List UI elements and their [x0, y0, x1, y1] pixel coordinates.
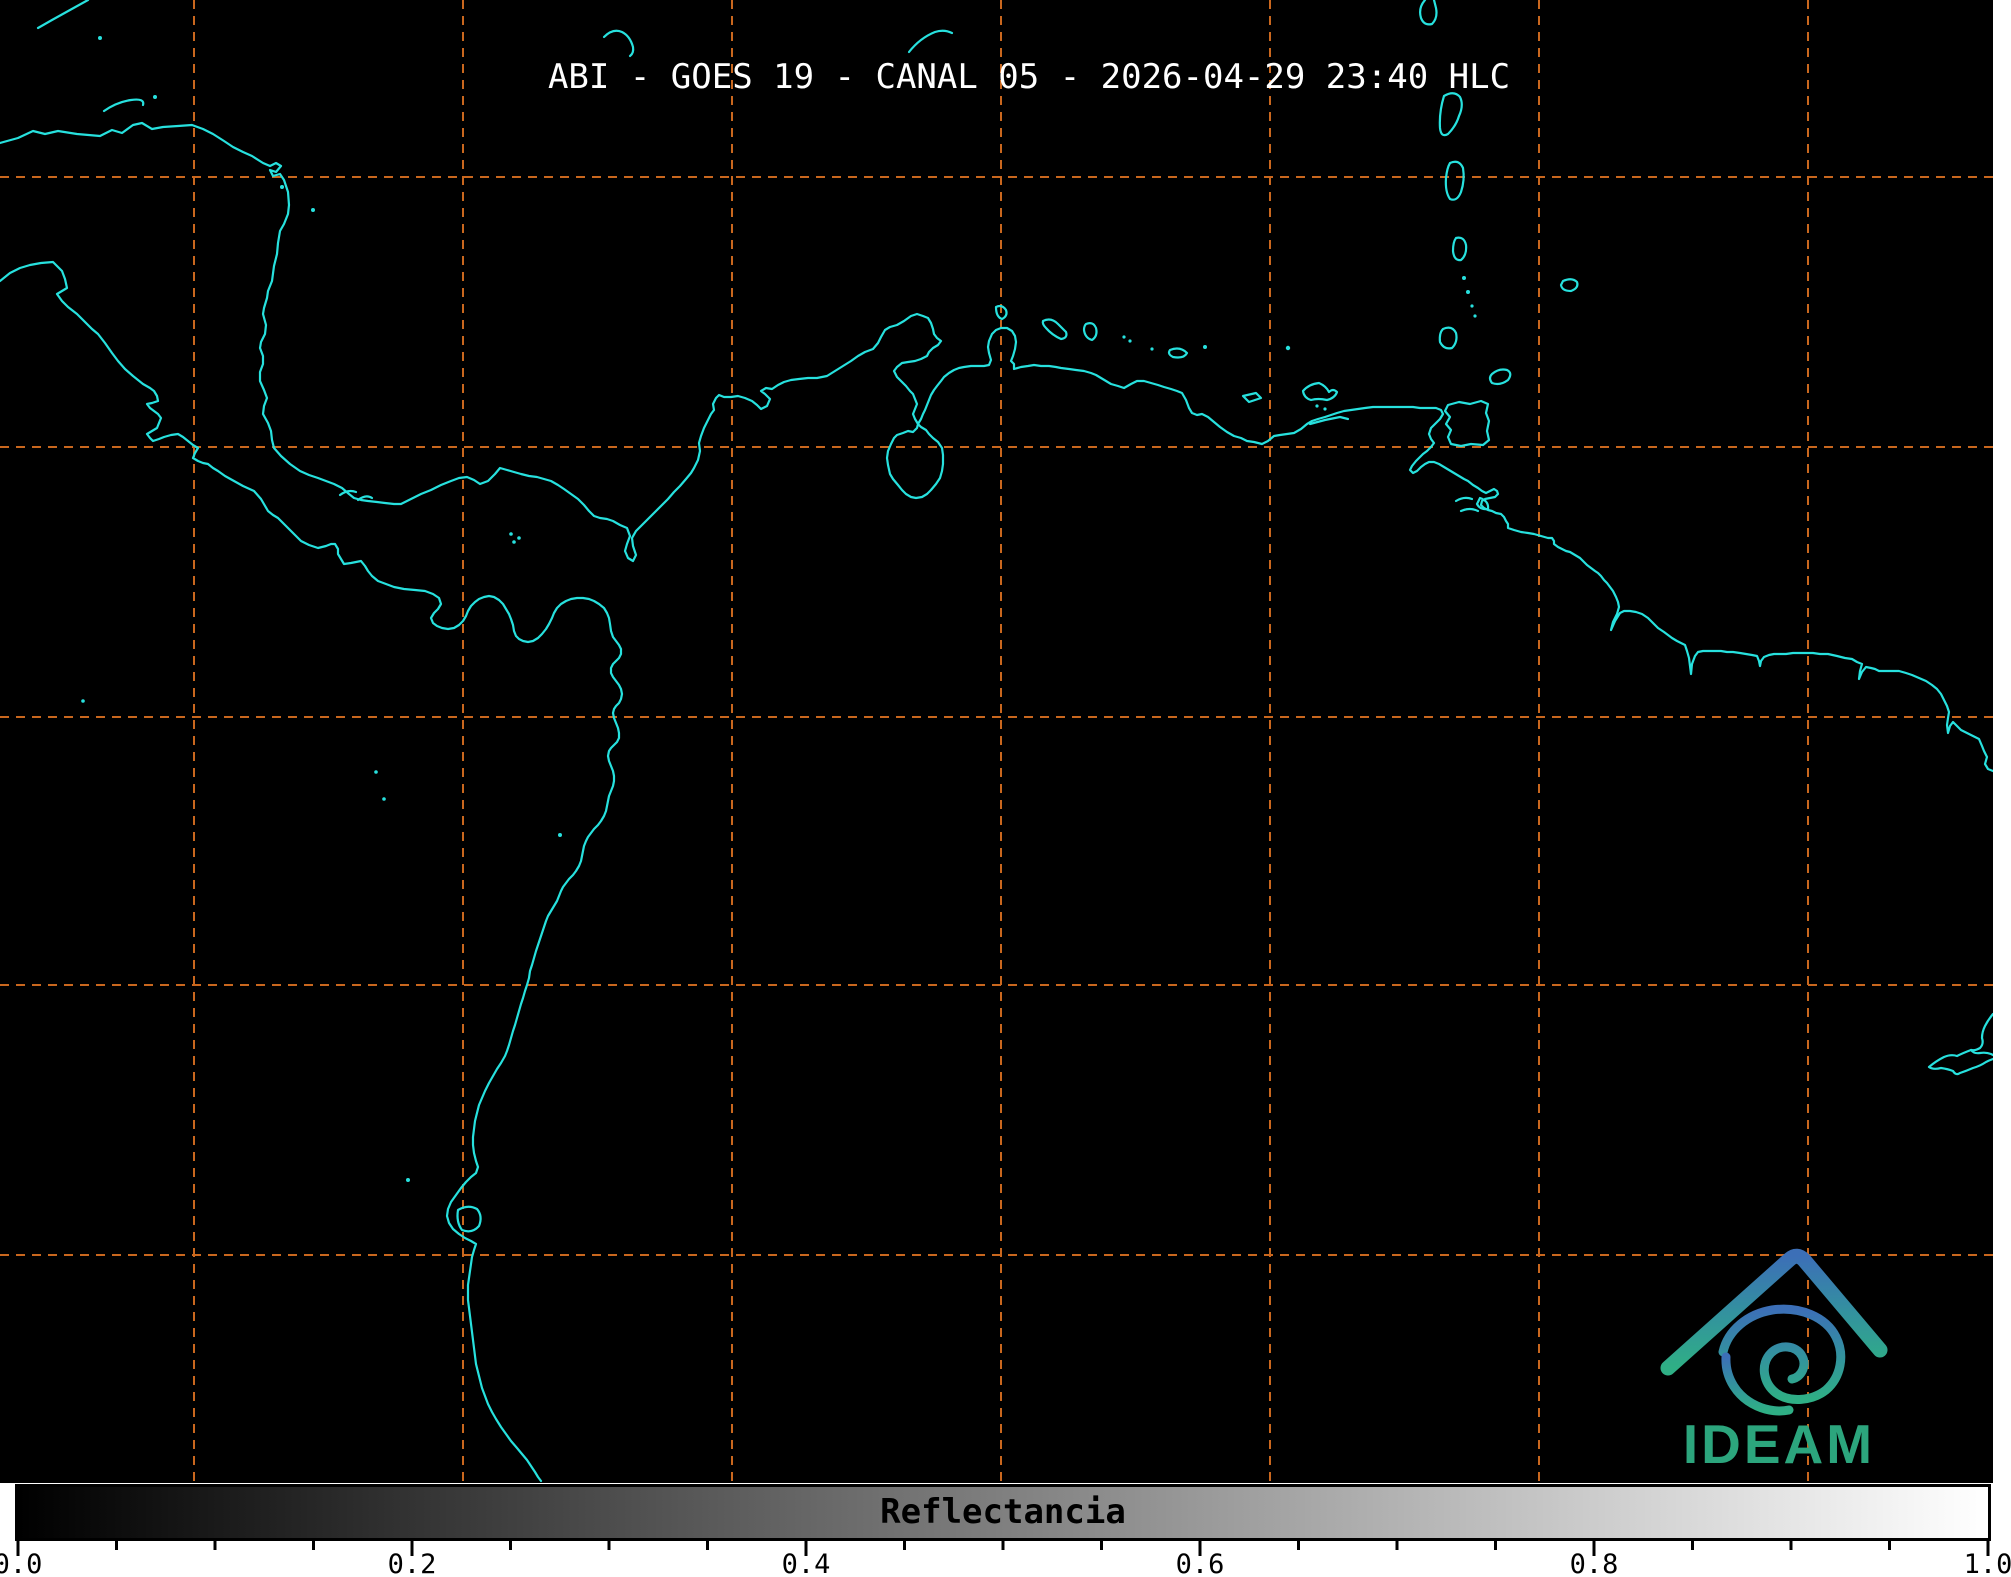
coastline-path [104, 100, 143, 111]
coastline-path [458, 1207, 481, 1232]
latlon-grid-layer [0, 0, 1993, 1483]
coastline-path [1440, 93, 1462, 135]
coastline-path [1446, 162, 1464, 200]
colorbar-label: Reflectancia [18, 1487, 1988, 1538]
island-dot [1466, 290, 1470, 294]
map-canvas: IDEAM [0, 0, 1993, 1483]
island-dot [1203, 345, 1207, 349]
ideam-logo: IDEAM [1668, 1256, 1880, 1475]
colorbar-gradient-bar: Reflectancia [15, 1484, 1991, 1541]
image-title: ABI - GOES 19 - CANAL 05 - 2026-04-29 23… [548, 57, 1510, 97]
colorbar-tick-label: 0.2 [388, 1549, 437, 1577]
coastline-path [1456, 498, 1472, 501]
colorbar-tick-label: 0.0 [0, 1549, 42, 1577]
coastline-path [1461, 509, 1478, 511]
coastline-path [1420, 0, 1436, 24]
island-dot [280, 185, 284, 189]
map-area: IDEAM ABI - GOES 19 - CANAL 05 - 2026-04… [0, 0, 1993, 1483]
island-dot [1150, 347, 1153, 350]
coastline-path [358, 496, 372, 500]
island-dot [558, 833, 562, 837]
island-dot [1128, 339, 1131, 342]
coastline-path [1561, 279, 1577, 291]
island-dot [153, 95, 157, 99]
coastline-path [1453, 238, 1466, 260]
island-dot [1470, 304, 1473, 307]
coastline-path [0, 262, 622, 1481]
coastline-path [1440, 328, 1457, 349]
ideam-logo-swirl-icon [1723, 1309, 1841, 1399]
ideam-logo-text: IDEAM [1683, 1413, 1875, 1475]
coastline-path [1971, 1014, 1993, 1055]
colorbar-tick-marks [0, 1541, 2011, 1558]
island-dot [1286, 346, 1290, 350]
island-dot [311, 208, 315, 212]
coastline-path [1303, 383, 1337, 400]
island-dot [374, 770, 378, 774]
colorbar-tick-label: 0.8 [1570, 1549, 1619, 1577]
colorbar-tick-label: 0.4 [782, 1549, 831, 1577]
colorbar-tick-label: 0.6 [1176, 1549, 1225, 1577]
island-dot [81, 699, 85, 703]
island-dot [517, 536, 521, 540]
coastline-path [909, 31, 952, 52]
island-dot [1323, 407, 1326, 410]
coastline-path [1169, 349, 1187, 358]
coastline-path [1043, 320, 1067, 339]
island-dot [1462, 276, 1466, 280]
ideam-logo-swirl-tail-icon [1726, 1357, 1789, 1411]
island-dot [1315, 404, 1318, 407]
coastline-path [1490, 370, 1510, 385]
coastline-path [1084, 323, 1097, 340]
coastline-path [1243, 393, 1261, 402]
island-dot [382, 797, 386, 801]
island-dots-layer [81, 36, 1476, 1182]
satellite-figure: IDEAM ABI - GOES 19 - CANAL 05 - 2026-04… [0, 0, 2011, 1577]
coastline-path [38, 0, 88, 28]
coastline-path [1445, 401, 1489, 446]
island-dot [1122, 335, 1125, 338]
coastline-path [604, 31, 633, 56]
island-dot [1473, 314, 1476, 317]
island-dot [509, 532, 513, 536]
island-dot [512, 540, 516, 544]
island-dot [406, 1178, 410, 1182]
coastline-layer [0, 0, 1993, 1481]
colorbar-tick-label: 1.0 [1964, 1549, 2011, 1577]
island-dot [98, 36, 102, 40]
